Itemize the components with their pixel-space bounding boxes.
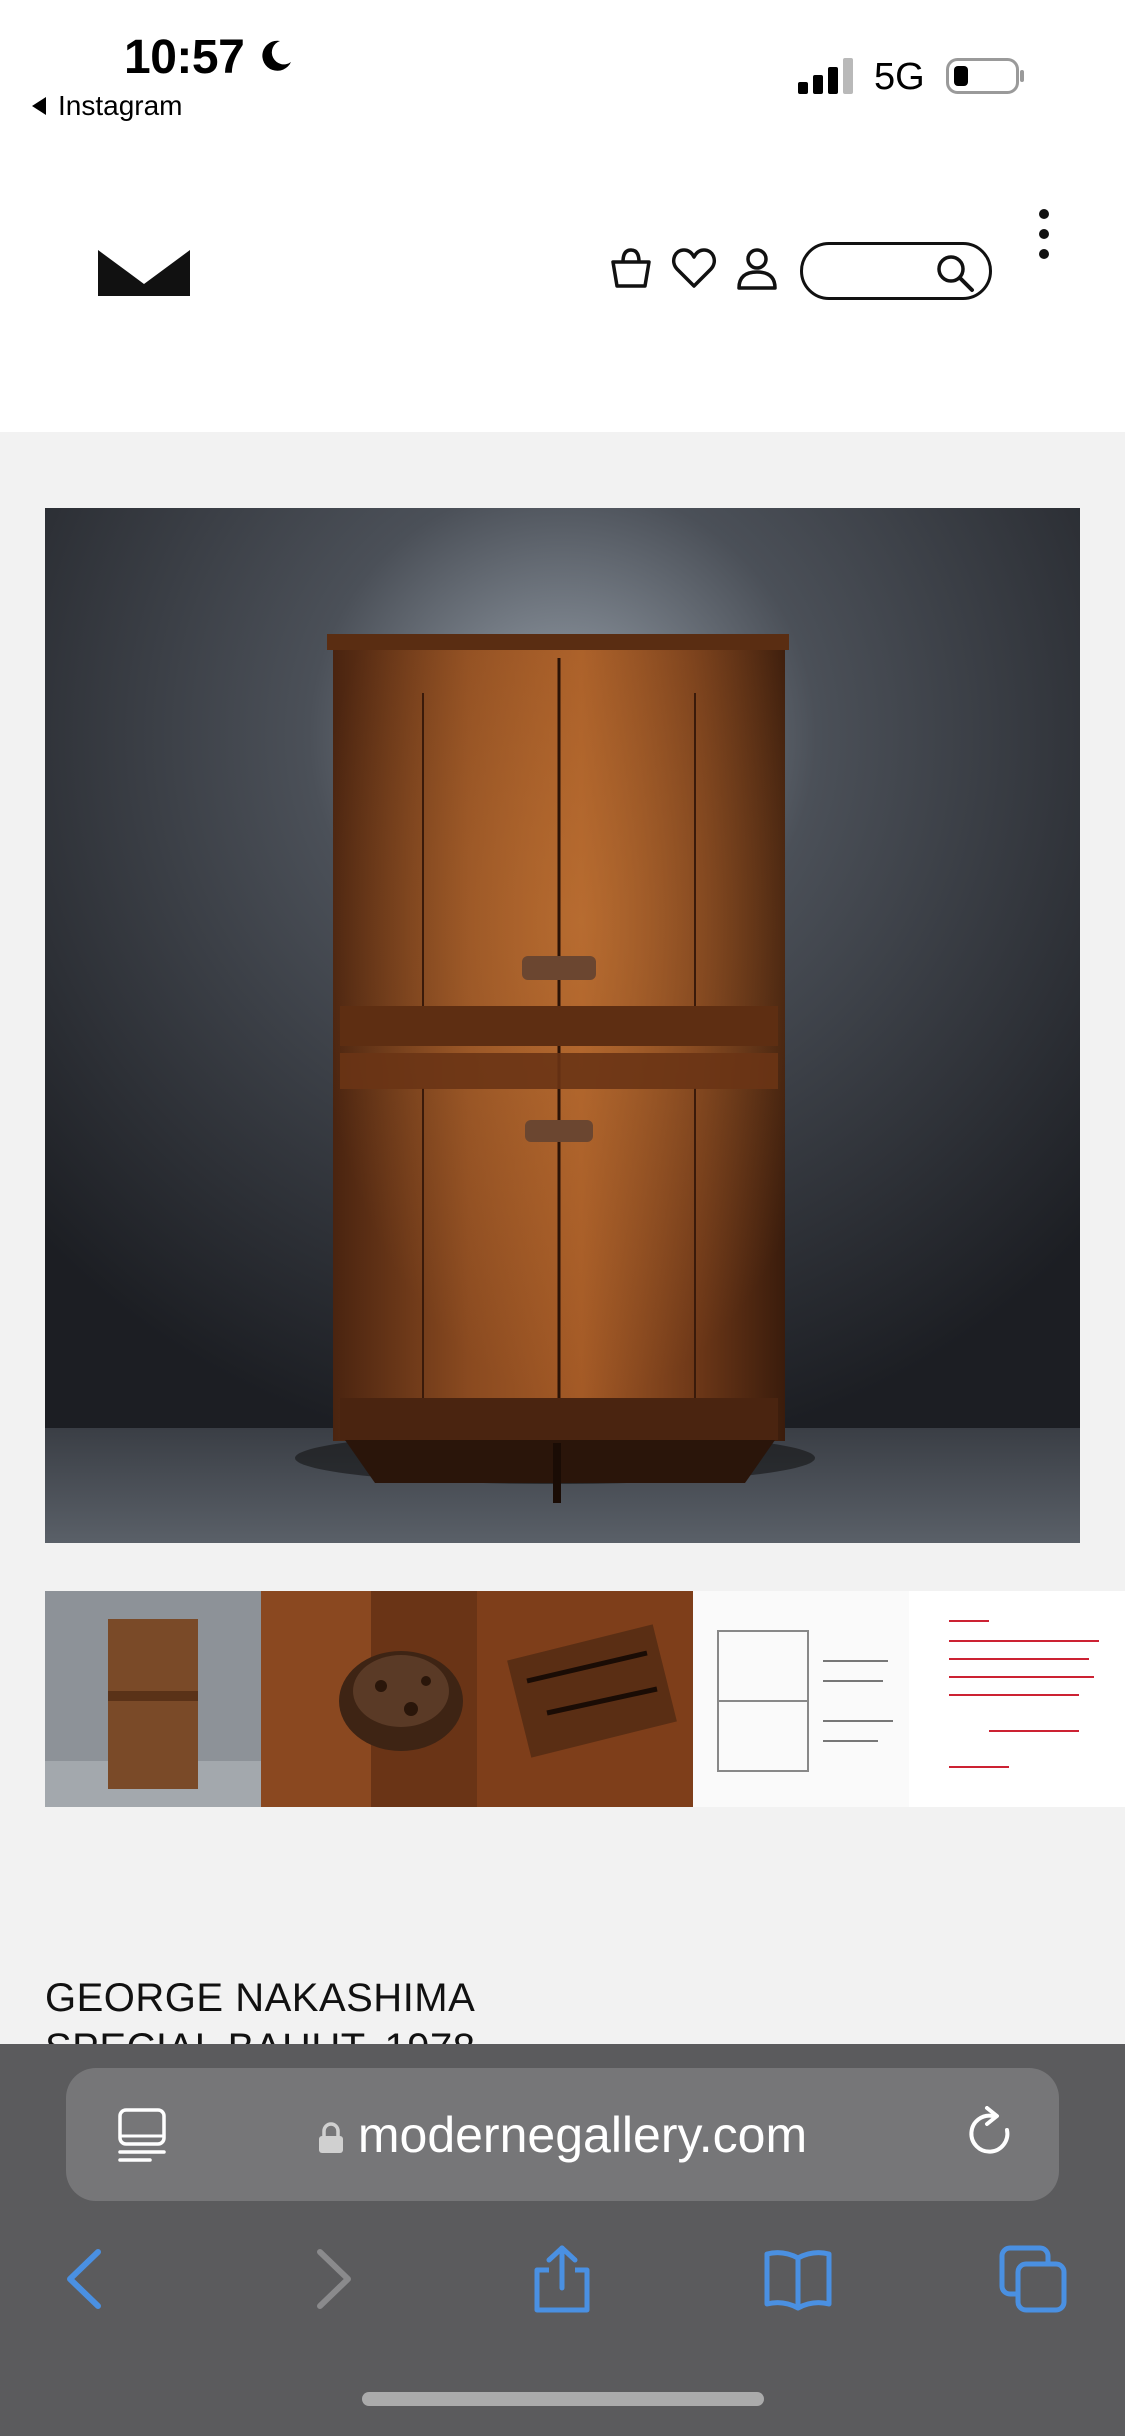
moderne-m-logo-icon[interactable] (98, 250, 190, 296)
shopping-bag-icon[interactable] (607, 244, 655, 292)
back-icon[interactable] (52, 2244, 122, 2314)
cellular-signal-icon (798, 58, 853, 94)
product-title: GEORGE NAKASHIMA (45, 1976, 476, 2020)
back-to-app-button[interactable]: Instagram (32, 90, 183, 122)
page-header: 10:57 Instagram 5G (0, 0, 1125, 432)
heart-icon[interactable] (670, 244, 718, 292)
tabs-icon[interactable] (998, 2244, 1068, 2314)
more-vertical-icon[interactable] (1034, 206, 1054, 262)
share-icon[interactable] (527, 2244, 597, 2314)
lock-icon (318, 2122, 343, 2153)
user-icon[interactable] (733, 244, 781, 292)
back-triangle-icon (32, 97, 46, 115)
search-icon[interactable] (935, 253, 975, 293)
network-type: 5G (874, 56, 925, 98)
moon-icon (262, 40, 291, 71)
status-time: 10:57 (124, 31, 245, 84)
bookmarks-icon[interactable] (763, 2244, 833, 2314)
address-bar[interactable]: modernegallery.com (66, 2068, 1059, 2201)
reload-icon[interactable] (963, 2106, 1019, 2162)
search-input[interactable] (800, 242, 992, 300)
home-indicator[interactable] (362, 2392, 764, 2406)
thumbnail-5[interactable] (909, 1591, 1125, 1807)
browser-toolbar: modernegallery.com (0, 2044, 1125, 2436)
thumbnail-3[interactable] (477, 1591, 693, 1807)
thumbnail-4[interactable] (693, 1591, 909, 1807)
back-app-label: Instagram (58, 90, 183, 121)
thumbnail-2[interactable] (261, 1591, 477, 1807)
url-text: modernegallery.com (357, 2107, 808, 2163)
screen: 10:57 Instagram 5G GEORGE NAKASHIMA mode… (0, 0, 1125, 2436)
url-text-row: modernegallery.com (66, 2106, 1059, 2164)
battery-icon (946, 58, 1024, 94)
product-main-image[interactable] (45, 508, 1080, 1543)
forward-icon[interactable] (296, 2244, 366, 2314)
thumbnail-strip (45, 1591, 1125, 1807)
thumbnail-1[interactable] (45, 1591, 261, 1807)
